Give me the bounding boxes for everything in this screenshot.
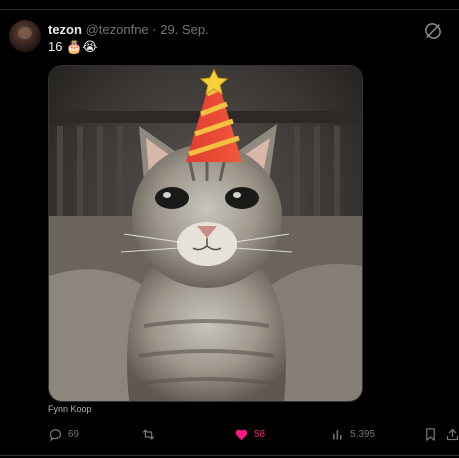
top-divider bbox=[0, 9, 459, 10]
separator: · bbox=[152, 22, 157, 37]
bookmark-button[interactable] bbox=[423, 425, 438, 443]
like-icon bbox=[235, 429, 248, 440]
reply-count: 69 bbox=[68, 428, 80, 440]
repost-icon bbox=[142, 429, 155, 439]
like-button[interactable]: 58 bbox=[234, 425, 265, 443]
avatar[interactable] bbox=[9, 20, 41, 52]
tweet-text: 16 🎂😭 bbox=[48, 39, 98, 54]
user-handle[interactable]: @tezonfne bbox=[86, 22, 149, 37]
display-name[interactable]: tezon bbox=[48, 22, 82, 37]
bottom-divider bbox=[0, 455, 459, 456]
bookmark-icon bbox=[426, 427, 435, 441]
reply-button[interactable]: 69 bbox=[48, 425, 79, 443]
action-bar: 69 58 5.395 bbox=[0, 425, 459, 445]
reply-icon bbox=[49, 428, 62, 442]
views-button[interactable]: 5.395 bbox=[330, 425, 375, 443]
share-button[interactable] bbox=[445, 425, 459, 443]
share-icon bbox=[446, 428, 459, 440]
grok-icon[interactable] bbox=[424, 22, 442, 40]
like-count: 58 bbox=[254, 428, 266, 440]
tweet-media-image[interactable] bbox=[48, 65, 363, 402]
birthday-cat-photo bbox=[49, 66, 362, 401]
post-date[interactable]: 29. Sep. bbox=[160, 22, 208, 37]
views-count: 5.395 bbox=[350, 428, 376, 440]
repost-button[interactable] bbox=[141, 425, 161, 443]
views-icon bbox=[333, 429, 342, 439]
media-caption: Fynn Koop bbox=[48, 404, 92, 414]
tweet-header: tezon @tezonfne · 29. Sep. bbox=[48, 22, 209, 38]
